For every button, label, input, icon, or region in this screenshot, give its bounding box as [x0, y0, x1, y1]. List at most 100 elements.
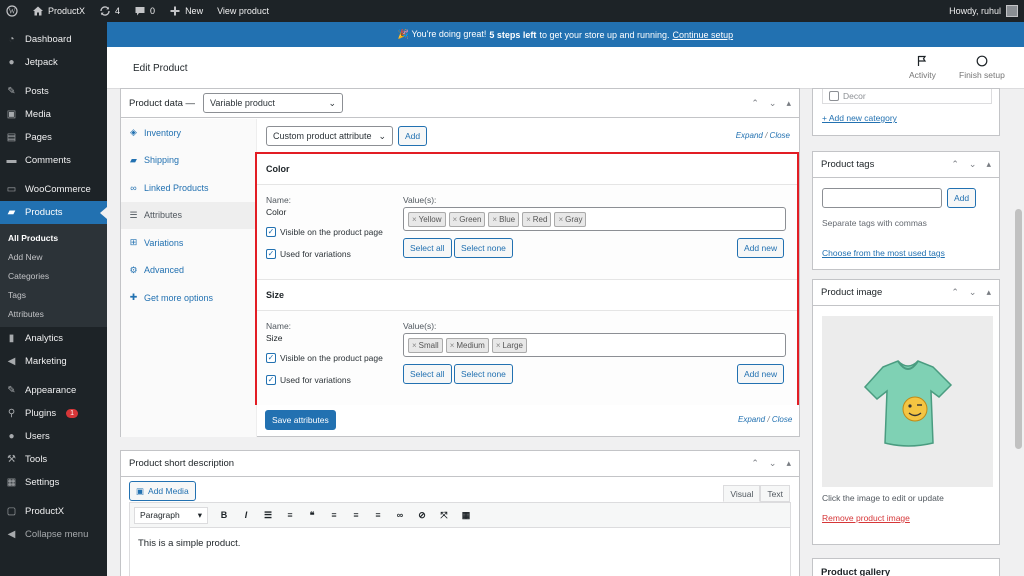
short-description-editor[interactable]: This is a simple product. [129, 528, 791, 576]
expand-link[interactable]: Expand [738, 415, 765, 424]
collapse-menu-button[interactable]: ◀ Collapse menu [0, 523, 107, 546]
remove-icon[interactable]: × [450, 341, 455, 350]
unlink-icon[interactable]: ⊘ [416, 509, 428, 521]
finish-setup-button[interactable]: Finish setup [959, 55, 1005, 80]
updates-link[interactable]: 4 [99, 5, 120, 17]
sidebar-item-pages[interactable]: ▤ Pages [0, 126, 107, 149]
visible-checkbox[interactable]: ✓ Visible on the product page [266, 353, 383, 363]
new-content-link[interactable]: New [169, 5, 203, 17]
product-image[interactable] [822, 316, 993, 487]
move-down-icon[interactable]: ⌄ [969, 159, 977, 170]
sidebar-item-users[interactable]: ● Users [0, 425, 107, 448]
toggle-panel-icon[interactable]: ▴ [986, 159, 991, 170]
tab-linked-products[interactable]: ∞ Linked Products [121, 174, 256, 202]
add-new-value-button[interactable]: Add new [737, 364, 785, 384]
submenu-all-products[interactable]: All Products [0, 228, 107, 247]
sidebar-item-media[interactable]: ▣ Media [0, 103, 107, 126]
move-down-icon[interactable]: ⌄ [969, 287, 977, 298]
move-up-icon[interactable]: ⌃ [751, 458, 759, 469]
remove-icon[interactable]: × [526, 215, 531, 224]
tab-shipping[interactable]: ▰ Shipping [121, 147, 256, 175]
visible-checkbox[interactable]: ✓ Visible on the product page [266, 227, 383, 237]
wp-logo-icon[interactable]: W [6, 5, 18, 17]
tags-input[interactable] [822, 188, 942, 208]
select-none-button[interactable]: Select none [454, 364, 513, 384]
submenu-attributes[interactable]: Attributes [0, 304, 107, 323]
values-input[interactable]: × Yellow × Green × Blue × Red × Gray [403, 207, 786, 231]
bullet-list-icon[interactable]: ☰ [262, 509, 274, 521]
add-category-link[interactable]: + Add new category [822, 113, 897, 123]
sidebar-item-jetpack[interactable]: ● Jetpack [0, 51, 107, 74]
remove-icon[interactable]: × [453, 215, 458, 224]
sidebar-item-products[interactable]: ▰ Products [0, 201, 107, 224]
value-chip[interactable]: × Large [491, 337, 527, 353]
remove-icon[interactable]: × [496, 341, 501, 350]
value-chip[interactable]: × Medium [445, 337, 489, 353]
submenu-categories[interactable]: Categories [0, 266, 107, 285]
numbered-list-icon[interactable]: ≡ [284, 509, 296, 521]
value-chip[interactable]: × Gray [554, 211, 587, 227]
value-chip[interactable]: × Small [408, 337, 443, 353]
value-chip[interactable]: × Blue [488, 211, 520, 227]
move-up-icon[interactable]: ⌃ [951, 287, 959, 298]
move-down-icon[interactable]: ⌄ [769, 458, 777, 469]
value-chip[interactable]: × Green [448, 211, 486, 227]
attribute-title[interactable]: Size [257, 280, 797, 311]
select-all-button[interactable]: Select all [403, 364, 452, 384]
align-right-icon[interactable]: ≡ [372, 509, 384, 521]
remove-icon[interactable]: × [412, 341, 417, 350]
value-chip[interactable]: × Red [522, 211, 552, 227]
sidebar-item-dashboard[interactable]: ◔ Dashboard [0, 28, 107, 51]
toggle-panel-icon[interactable]: ▴ [986, 287, 991, 298]
sidebar-item-appearance[interactable]: ✎ Appearance [0, 379, 107, 402]
tab-variations[interactable]: ⊞ Variations [121, 229, 256, 257]
fullscreen-icon[interactable]: ⤧ [438, 509, 450, 521]
sidebar-item-analytics[interactable]: ▮ Analytics [0, 327, 107, 350]
value-chip[interactable]: × Yellow [408, 211, 446, 227]
tab-advanced[interactable]: ⚙ Advanced [121, 257, 256, 285]
continue-setup-link[interactable]: Continue setup [673, 30, 734, 40]
remove-image-link[interactable]: Remove product image [822, 513, 910, 523]
close-link[interactable]: Close [770, 131, 790, 140]
move-up-icon[interactable]: ⌃ [951, 159, 959, 170]
sidebar-item-posts[interactable]: ✎ Posts [0, 80, 107, 103]
blockquote-icon[interactable]: ❝ [306, 509, 318, 521]
select-all-button[interactable]: Select all [403, 238, 452, 258]
move-down-icon[interactable]: ⌄ [769, 98, 777, 109]
add-media-button[interactable]: ▣ Add Media [129, 481, 196, 501]
select-none-button[interactable]: Select none [454, 238, 513, 258]
category-checkbox[interactable] [829, 91, 839, 101]
align-center-icon[interactable]: ≡ [350, 509, 362, 521]
format-select[interactable]: Paragraph ▾ [134, 506, 208, 524]
sidebar-item-comments[interactable]: ▬ Comments [0, 149, 107, 172]
expand-link[interactable]: Expand [736, 131, 763, 140]
remove-icon[interactable]: × [558, 215, 563, 224]
sidebar-item-settings[interactable]: ▦ Settings [0, 471, 107, 494]
submenu-tags[interactable]: Tags [0, 285, 107, 304]
remove-icon[interactable]: × [412, 215, 417, 224]
values-input[interactable]: × Small × Medium × Large [403, 333, 786, 357]
bold-icon[interactable]: B [218, 509, 230, 521]
sidebar-item-plugins[interactable]: ⚲ Plugins 1 [0, 402, 107, 425]
sidebar-item-tools[interactable]: ⚒ Tools [0, 448, 107, 471]
page-scrollbar[interactable] [1013, 89, 1024, 576]
toggle-panel-icon[interactable]: ▴ [786, 458, 791, 469]
add-new-value-button[interactable]: Add new [737, 238, 785, 258]
variations-checkbox[interactable]: ✓ Used for variations [266, 249, 351, 259]
tab-attributes[interactable]: ☰ Attributes [121, 201, 256, 229]
submenu-add-new[interactable]: Add New [0, 247, 107, 266]
tab-text[interactable]: Text [760, 485, 790, 502]
align-left-icon[interactable]: ≡ [328, 509, 340, 521]
comments-link[interactable]: 0 [134, 5, 155, 17]
sidebar-item-woocommerce[interactable]: ▭ WooCommerce [0, 178, 107, 201]
add-tag-button[interactable]: Add [947, 188, 977, 208]
variations-checkbox[interactable]: ✓ Used for variations [266, 375, 351, 385]
tab-inventory[interactable]: ◈ Inventory [121, 119, 256, 147]
sidebar-item-marketing[interactable]: ◀ Marketing [0, 350, 107, 373]
link-icon[interactable]: ∞ [394, 509, 406, 521]
sidebar-item-productx[interactable]: ▢ ProductX [0, 500, 107, 523]
remove-icon[interactable]: × [492, 215, 497, 224]
close-link[interactable]: Close [772, 415, 792, 424]
move-up-icon[interactable]: ⌃ [751, 98, 759, 109]
add-attribute-button[interactable]: Add [398, 126, 428, 146]
